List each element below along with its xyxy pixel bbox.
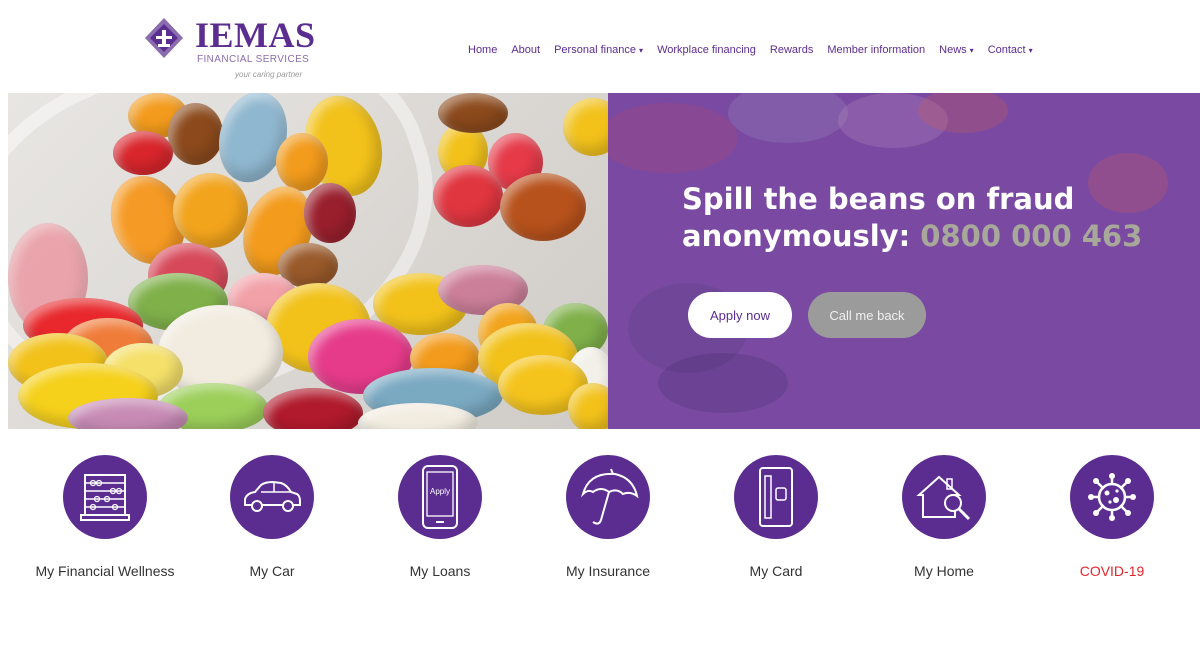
phone-apply-icon: Apply [422, 465, 458, 529]
hero-promo-panel: Spill the beans on fraud anonymously: 08… [608, 93, 1200, 429]
main-nav: Home About Personal finance ▾ Workplace f… [468, 44, 1033, 56]
apply-icon-text: Apply [430, 487, 450, 496]
site-header: IEMAS FINANCIAL SERVICES your caring par… [0, 0, 1200, 92]
nav-item-member-information[interactable]: Member information [827, 44, 925, 56]
car-icon [244, 480, 301, 512]
background-bean [728, 93, 848, 143]
service-label: My Insurance [565, 563, 651, 579]
virus-icon [1088, 473, 1136, 521]
service-icon-circle: Apply [398, 455, 482, 539]
service-my-loans[interactable]: Apply My Loans [355, 455, 525, 579]
jellybean [438, 93, 508, 133]
nav-label: Workplace financing [657, 44, 756, 56]
nav-label: News [939, 44, 967, 56]
nav-label: Personal finance [554, 44, 637, 56]
service-label: My Home [914, 563, 974, 579]
service-icon-circle [566, 455, 650, 539]
background-bean [658, 353, 788, 413]
brand-tagline: your caring partner [235, 70, 303, 79]
background-bean [918, 93, 1008, 133]
nav-label: Home [468, 44, 498, 56]
brand-subtitle: FINANCIAL SERVICES [197, 54, 310, 65]
nav-item-personal-finance[interactable]: Personal finance ▾ [554, 44, 643, 56]
service-label: My Card [749, 563, 803, 579]
apply-now-button[interactable]: Apply now [688, 292, 792, 338]
jellybean [433, 165, 503, 227]
logo-diamond-icon [145, 18, 183, 58]
caret-down-icon: ▾ [639, 45, 644, 55]
jellybean [113, 131, 173, 175]
nav-item-workplace-financing[interactable]: Workplace financing [657, 44, 756, 56]
service-label: My Financial Wellness [35, 563, 175, 579]
service-financial-wellness[interactable]: My Financial Wellness [20, 455, 190, 579]
jellybean [276, 133, 328, 191]
card-icon [759, 467, 793, 527]
service-label: COVID-19 [1079, 563, 1145, 579]
nav-item-news[interactable]: News ▾ [939, 44, 974, 56]
service-icon-circle [63, 455, 147, 539]
service-icon-circle [902, 455, 986, 539]
services-row: My Financial Wellness My Car Apply My Lo… [0, 455, 1200, 595]
hero-title-line2: anonymously: [682, 219, 911, 253]
service-icon-circle [734, 455, 818, 539]
background-bean [608, 103, 738, 173]
caret-down-icon: ▾ [1028, 45, 1033, 55]
fraud-hotline-number[interactable]: 0800 000 463 [920, 219, 1142, 253]
service-label: My Loans [409, 563, 471, 579]
nav-label: Member information [827, 44, 926, 56]
hero-banner: Spill the beans on fraud anonymously: 08… [8, 93, 1200, 429]
jellybean [263, 388, 363, 429]
brand-logo[interactable]: IEMAS FINANCIAL SERVICES your caring par… [145, 16, 325, 84]
jellybean [173, 173, 248, 248]
jellybean [168, 103, 223, 165]
house-search-icon [916, 475, 971, 521]
jellybean-photo [8, 93, 608, 429]
brand-name: IEMAS [195, 15, 316, 55]
caret-down-icon: ▾ [969, 45, 974, 55]
jellybean [304, 183, 356, 243]
service-icon-circle [230, 455, 314, 539]
nav-item-contact[interactable]: Contact ▾ [988, 44, 1033, 56]
jellybean [563, 98, 608, 156]
nav-label: Contact [987, 44, 1026, 56]
service-my-home[interactable]: My Home [859, 455, 1029, 579]
nav-label: Rewards [769, 44, 814, 56]
service-my-insurance[interactable]: My Insurance [523, 455, 693, 579]
abacus-icon [80, 474, 130, 521]
service-my-car[interactable]: My Car [187, 455, 357, 579]
jellybean [500, 173, 586, 241]
umbrella-icon [581, 468, 639, 525]
hero-headline: Spill the beans on fraud anonymously: 08… [682, 181, 1162, 255]
nav-label: About [511, 44, 541, 56]
service-icon-circle [1070, 455, 1154, 539]
service-label: My Car [249, 563, 295, 579]
service-my-card[interactable]: My Card [691, 455, 861, 579]
service-covid-19[interactable]: COVID-19 [1027, 455, 1197, 579]
nav-item-about[interactable]: About [511, 44, 540, 56]
nav-item-home[interactable]: Home [468, 44, 497, 56]
nav-item-rewards[interactable]: Rewards [770, 44, 813, 56]
jellybean [568, 383, 608, 429]
call-me-back-button[interactable]: Call me back [808, 292, 926, 338]
hero-title-line1: Spill the beans on fraud [682, 182, 1075, 216]
